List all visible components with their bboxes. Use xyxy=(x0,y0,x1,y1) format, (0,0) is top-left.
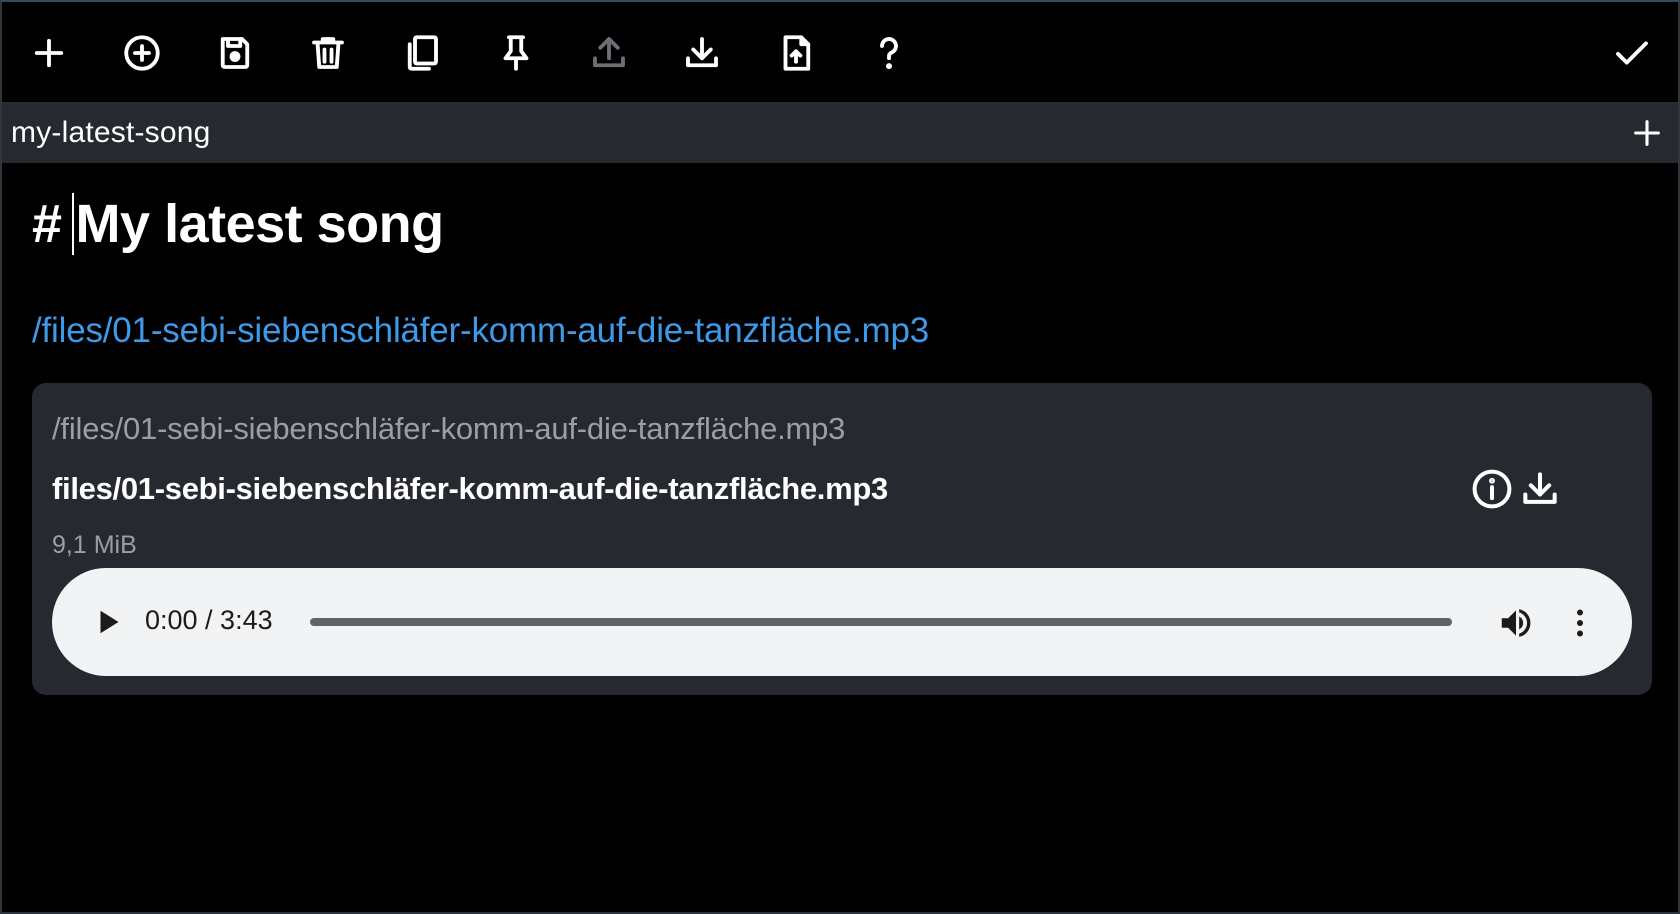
plus-circle-icon xyxy=(124,35,160,71)
save-button[interactable] xyxy=(211,29,259,77)
tab-title[interactable]: my-latest-song xyxy=(2,116,211,150)
info-icon xyxy=(1472,469,1512,509)
save-icon xyxy=(220,37,250,69)
progress-slider[interactable] xyxy=(310,618,1452,626)
download-icon xyxy=(1523,472,1557,504)
new-item-button[interactable] xyxy=(118,29,166,77)
heading-marker: # xyxy=(32,194,62,254)
embed-file-size: 9,1 MiB xyxy=(52,531,137,559)
question-icon xyxy=(880,37,898,70)
trash-icon xyxy=(312,37,344,69)
volume-button[interactable] xyxy=(1497,604,1535,642)
add-tab-button[interactable] xyxy=(1630,116,1664,150)
heading-text: My latest song xyxy=(75,194,445,254)
toolbar xyxy=(2,2,1678,103)
time-display: 0:00 / 3:43 xyxy=(145,605,273,635)
export-file-button[interactable] xyxy=(772,29,820,77)
info-button[interactable] xyxy=(1470,467,1514,511)
app-window: my-latest-song # My latest song /files/0… xyxy=(0,0,1680,914)
audio-embed-card: /files/01-sebi-siebenschläfer-komm-auf-d… xyxy=(32,383,1652,695)
volume-icon xyxy=(1501,609,1531,637)
check-icon xyxy=(1616,41,1648,65)
more-vertical-icon xyxy=(1577,609,1583,637)
pin-icon xyxy=(503,35,529,71)
embed-file-name: files/01-sebi-siebenschläfer-komm-auf-di… xyxy=(52,471,888,506)
play-icon xyxy=(100,610,119,634)
done-button[interactable] xyxy=(1608,29,1656,77)
copy-icon xyxy=(407,35,438,71)
text-caret xyxy=(71,193,74,255)
file-link[interactable]: /files/01-sebi-siebenschläfer-komm-auf-d… xyxy=(32,311,929,351)
plus-icon xyxy=(1634,120,1660,146)
embed-path: /files/01-sebi-siebenschläfer-komm-auf-d… xyxy=(52,411,846,446)
pin-button[interactable] xyxy=(492,29,540,77)
audio-player: 0:00 / 3:43 xyxy=(52,568,1632,676)
help-button[interactable] xyxy=(865,29,913,77)
new-note-button[interactable] xyxy=(25,29,73,77)
tab-bar: my-latest-song xyxy=(2,103,1678,163)
more-options-button[interactable] xyxy=(1562,604,1598,642)
file-upload-icon xyxy=(783,35,811,71)
download-icon xyxy=(686,37,718,68)
download-button[interactable] xyxy=(678,29,726,77)
upload-button[interactable] xyxy=(585,29,633,77)
embed-download-button[interactable] xyxy=(1518,467,1562,511)
page-title: # My latest song xyxy=(32,193,444,255)
plus-icon xyxy=(34,38,64,68)
delete-button[interactable] xyxy=(304,29,352,77)
duplicate-button[interactable] xyxy=(398,29,446,77)
upload-icon xyxy=(593,37,625,68)
play-button[interactable] xyxy=(90,604,126,640)
